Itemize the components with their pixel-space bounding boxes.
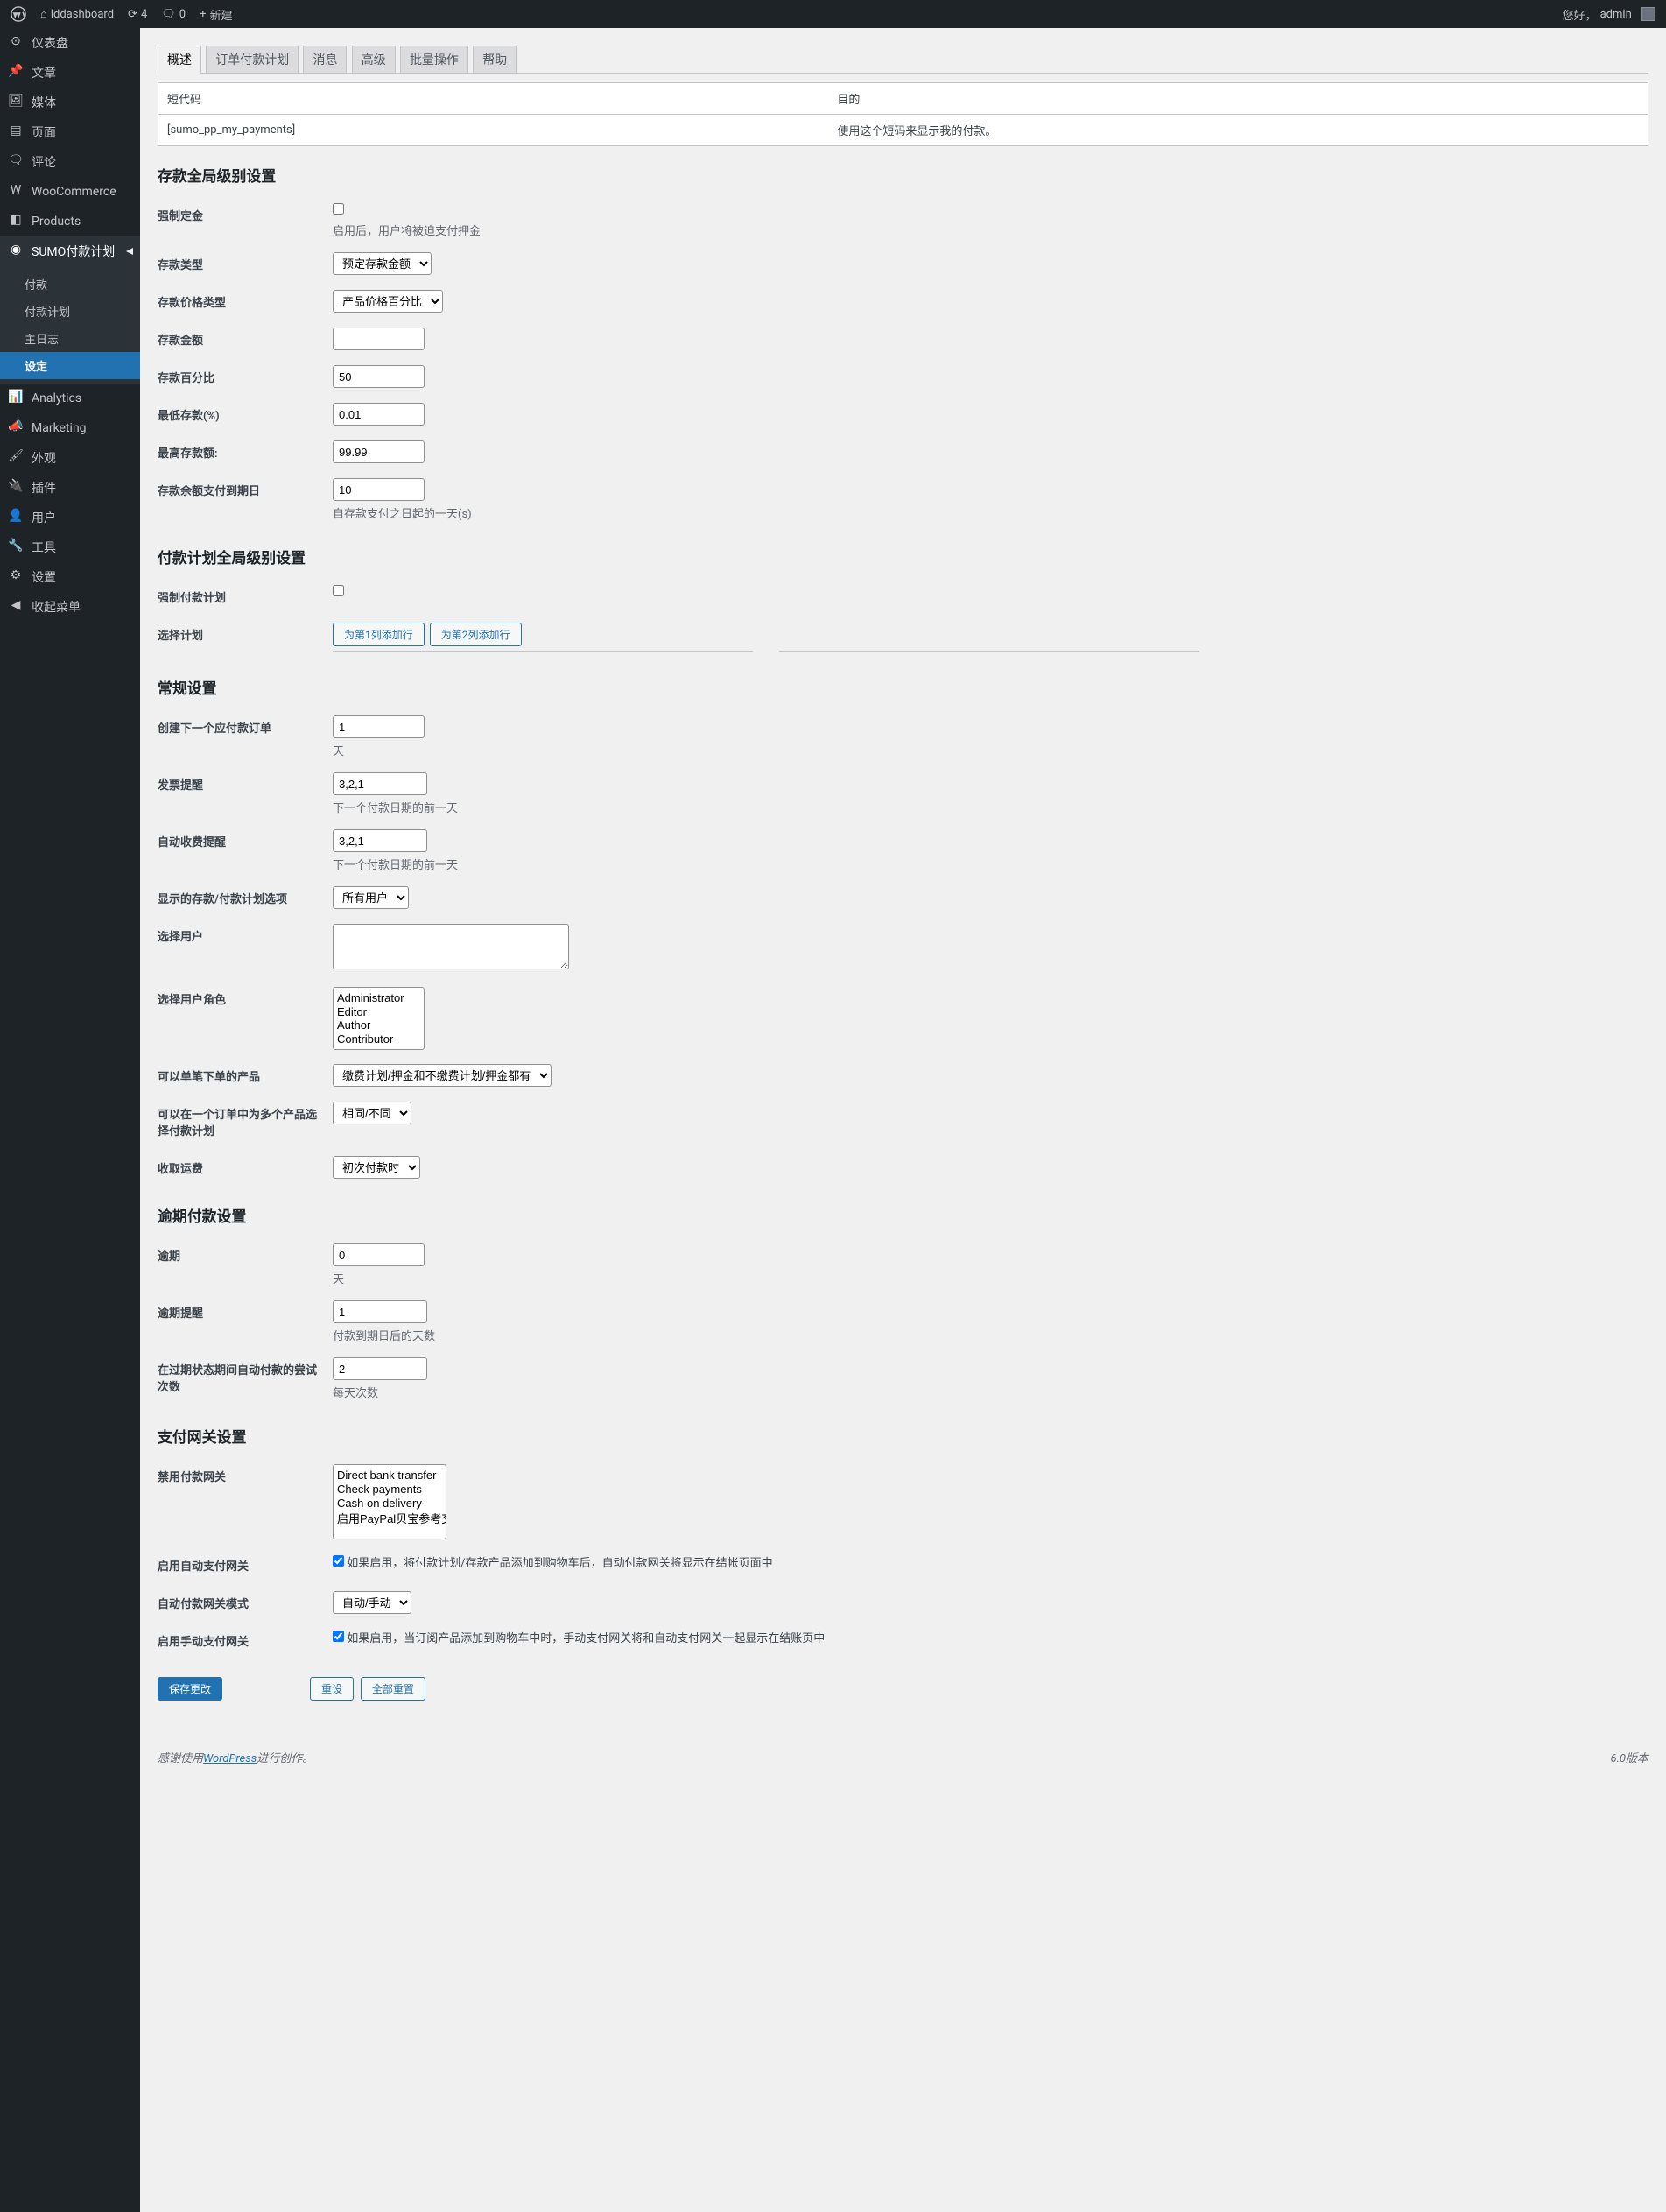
overdue-title: 逾期付款设置 [158, 1204, 1648, 1226]
deposit-percent-input[interactable] [333, 365, 425, 388]
update-icon: ⟳ [128, 8, 137, 21]
settings-tabs: 概述 订单付款计划 消息 高级 批量操作 帮助 [158, 46, 1648, 74]
add-row-col1-button[interactable]: 为第1列添加行 [333, 623, 425, 646]
tool-icon: 🔧 [7, 539, 25, 556]
menu-tools[interactable]: 🔧工具 [0, 532, 140, 562]
wordpress-link[interactable]: WordPress [203, 1752, 257, 1765]
menu-plugins[interactable]: 🔌插件 [0, 473, 140, 503]
reset-all-button[interactable]: 全部重置 [361, 1677, 425, 1701]
submenu-payments[interactable]: 付款 [0, 271, 140, 298]
collapse-icon: ◀ [7, 598, 25, 616]
add-row-col2-button[interactable]: 为第2列添加行 [430, 623, 522, 646]
tab-message[interactable]: 消息 [303, 46, 347, 73]
tab-general[interactable]: 概述 [158, 46, 201, 74]
tab-help[interactable]: 帮助 [473, 46, 517, 73]
shipping-select[interactable]: 初次付款时 [333, 1156, 420, 1179]
shortcode-table: 短代码目的 [sumo_pp_my_payments]使用这个短码来显示我的付款… [158, 82, 1648, 146]
plugin-icon: 🔌 [7, 479, 25, 497]
disable-gateway-select[interactable]: Direct bank transferCheck paymentsCash o… [333, 1464, 446, 1539]
menu-appearance[interactable]: 🖌外观 [0, 443, 140, 473]
menu-sumo[interactable]: ◉SUMO付款计划 [0, 236, 140, 266]
menu-products[interactable]: ◧Products [0, 207, 140, 236]
overdue-remind-input[interactable] [333, 1300, 427, 1323]
wp-logo[interactable] [11, 6, 26, 22]
menu-media[interactable]: 🖼媒体 [0, 88, 140, 117]
menu-collapse[interactable]: ◀收起菜单 [0, 592, 140, 622]
overdue-retry-input[interactable] [333, 1357, 427, 1380]
submenu-log[interactable]: 主日志 [0, 325, 140, 352]
admin-menu: ⊙仪表盘 📌文章 🖼媒体 ▤页面 🗨评论 WWooCommerce ◧Produ… [0, 28, 140, 2212]
force-plan-checkbox[interactable] [333, 585, 344, 596]
appearance-icon: 🖌 [7, 449, 25, 467]
save-button[interactable]: 保存更改 [158, 1677, 222, 1701]
product-icon: ◧ [7, 213, 25, 230]
general-title: 常规设置 [158, 676, 1648, 698]
invoice-reminder-input[interactable] [333, 772, 427, 795]
reset-button[interactable]: 重设 [310, 1677, 354, 1701]
menu-marketing[interactable]: 📣Marketing [0, 413, 140, 443]
gateway-title: 支付网关设置 [158, 1425, 1648, 1447]
tab-advanced[interactable]: 高级 [352, 46, 396, 73]
tab-bulk[interactable]: 批量操作 [400, 46, 468, 73]
select-role-select[interactable]: AdministratorEditorAuthorContributor [333, 987, 425, 1050]
multi-product-select[interactable]: 相同/不同 [333, 1102, 411, 1124]
comment-icon: 🗨 [161, 8, 176, 21]
menu-posts[interactable]: 📌文章 [0, 58, 140, 88]
pin-icon: 📌 [7, 64, 25, 81]
comment-icon: 🗨 [7, 153, 25, 171]
new-content[interactable]: +新建 [200, 6, 232, 23]
page-icon: ▤ [7, 123, 25, 141]
menu-analytics[interactable]: 📊Analytics [0, 384, 140, 413]
home-icon: ⌂ [40, 7, 47, 21]
woo-icon: W [7, 183, 25, 201]
analytics-icon: 📊 [7, 390, 25, 407]
gateway-mode-select[interactable]: 自动/手动 [333, 1591, 411, 1614]
menu-woocommerce[interactable]: WWooCommerce [0, 177, 140, 207]
next-order-input[interactable] [333, 715, 425, 738]
deposit-amount-input[interactable] [333, 328, 425, 350]
deposit-max-input[interactable] [333, 440, 425, 463]
menu-pages[interactable]: ▤页面 [0, 117, 140, 147]
media-icon: 🖼 [7, 94, 25, 111]
deposit-title: 存款全局级别设置 [158, 164, 1648, 186]
dashboard-icon: ⊙ [7, 34, 25, 52]
menu-comments[interactable]: 🗨评论 [0, 147, 140, 177]
plus-icon: + [200, 8, 206, 21]
overdue-input[interactable] [333, 1243, 425, 1266]
deposit-balance-input[interactable] [333, 478, 425, 501]
auto-gateway-checkbox[interactable] [333, 1555, 344, 1567]
deposit-type-select[interactable]: 预定存款金额 [333, 252, 432, 275]
menu-settings[interactable]: ⚙设置 [0, 562, 140, 592]
tab-order[interactable]: 订单付款计划 [206, 46, 299, 73]
my-account[interactable]: 您好，admin [1563, 6, 1655, 23]
marketing-icon: 📣 [7, 419, 25, 437]
menu-users[interactable]: 👤用户 [0, 503, 140, 532]
settings-icon: ⚙ [7, 568, 25, 586]
plan-title: 付款计划全局级别设置 [158, 546, 1648, 567]
version-text: 6.0版本 [1611, 1749, 1649, 1765]
sumo-icon: ◉ [7, 243, 25, 260]
deposit-price-type-select[interactable]: 产品价格百分比 [333, 290, 443, 313]
select-user-input[interactable] [333, 924, 569, 969]
avatar [1641, 7, 1655, 21]
admin-bar: ⌂lddashboard ⟳4 🗨0 +新建 您好，admin [0, 0, 1666, 28]
menu-dashboard[interactable]: ⊙仪表盘 [0, 28, 140, 58]
footer: 感谢使用WordPress进行创作。 6.0版本 [140, 1736, 1666, 1779]
deposit-min-input[interactable] [333, 403, 425, 426]
updates[interactable]: ⟳4 [128, 8, 147, 21]
user-icon: 👤 [7, 509, 25, 526]
comments[interactable]: 🗨0 [161, 8, 186, 21]
show-option-select[interactable]: 所有用户 [333, 886, 409, 909]
auto-reminder-input[interactable] [333, 829, 427, 852]
single-product-select[interactable]: 缴费计划/押金和不缴费计划/押金都有 [333, 1064, 552, 1087]
site-name[interactable]: ⌂lddashboard [40, 7, 114, 21]
force-deposit-checkbox[interactable] [333, 203, 344, 215]
submenu-settings[interactable]: 设定 [0, 352, 140, 379]
submenu-plans[interactable]: 付款计划 [0, 298, 140, 325]
manual-gateway-checkbox[interactable] [333, 1631, 344, 1642]
